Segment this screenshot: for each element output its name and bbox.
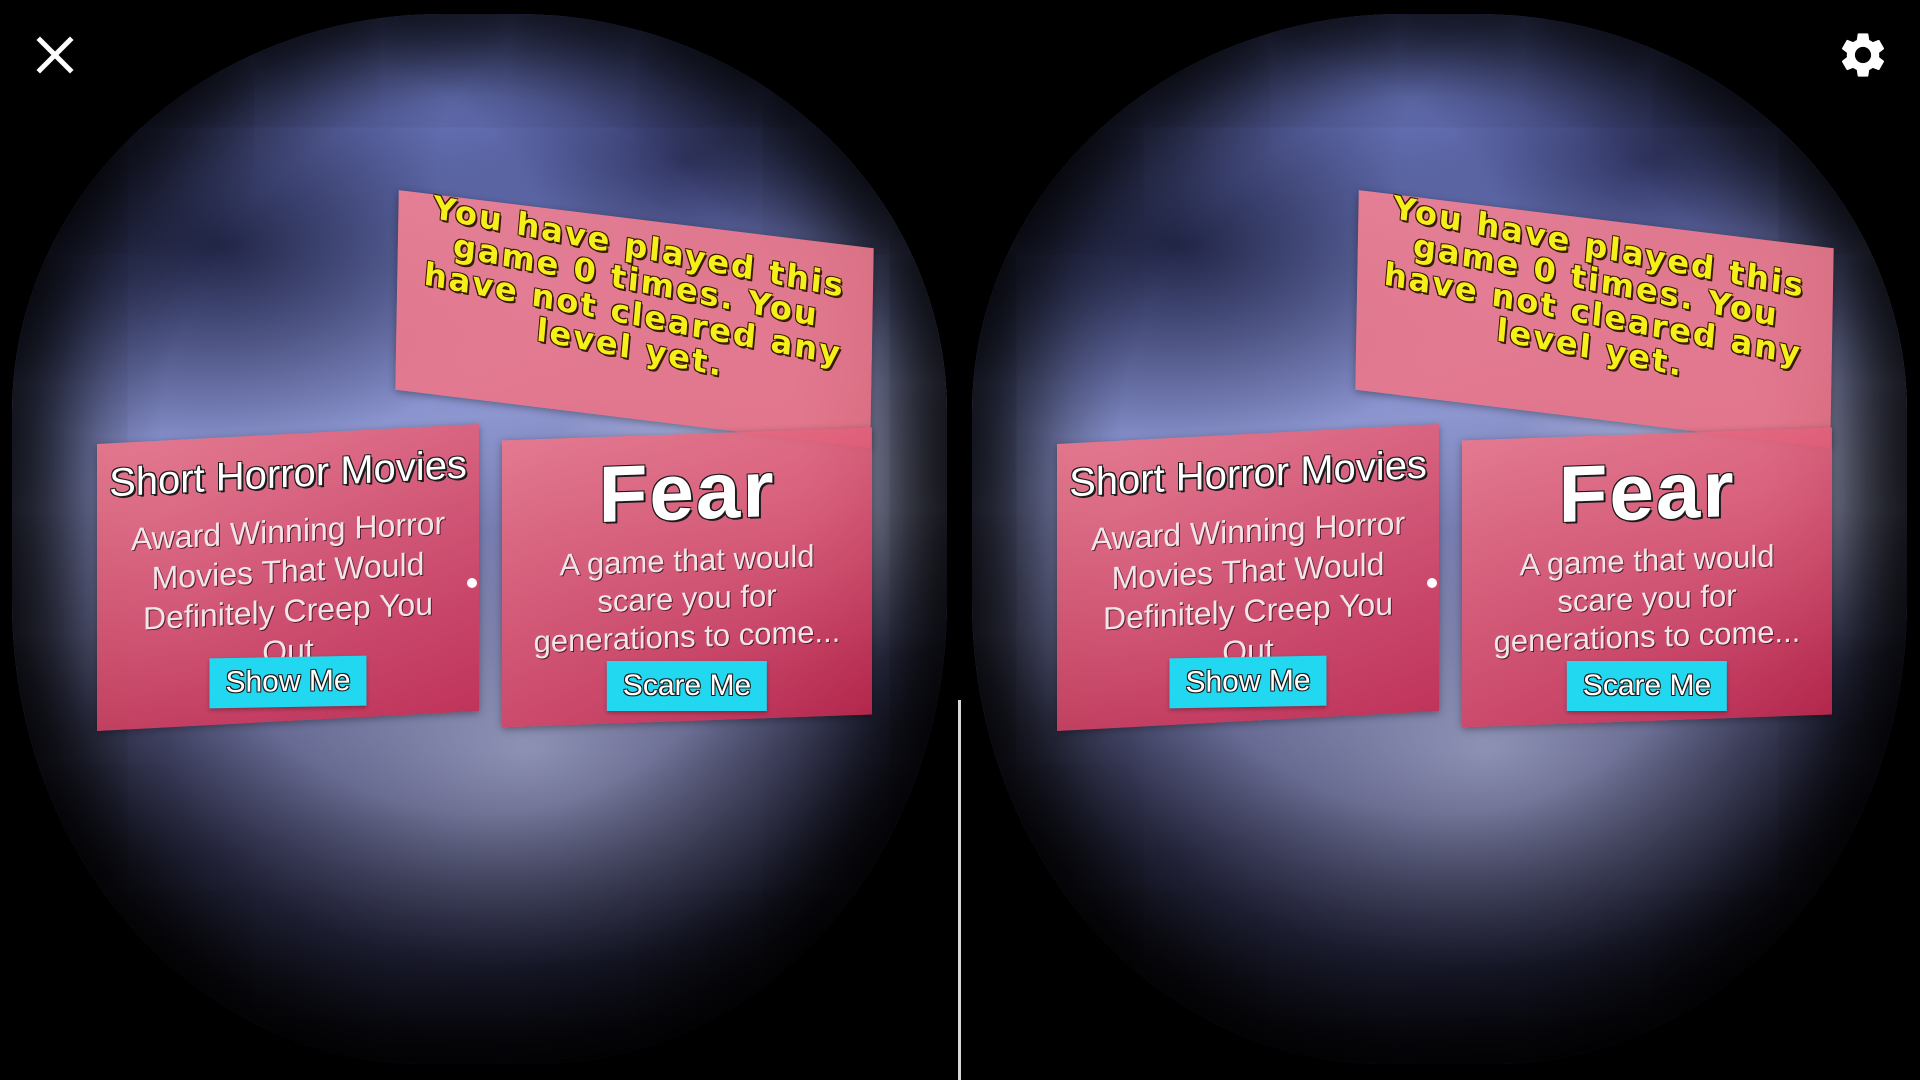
gaze-reticle	[1427, 578, 1437, 588]
fear-title: Fear	[598, 443, 776, 540]
fear-game-panel: Fear A game that would scare you for gen…	[1462, 427, 1832, 728]
movies-description: Award Winning Horror Movies That Would D…	[1090, 504, 1406, 671]
sky-background: You have played this game 0 times. You h…	[972, 14, 1907, 1064]
close-icon	[36, 36, 74, 74]
show-me-button[interactable]: Show Me	[1169, 655, 1327, 709]
sky-background: You have played this game 0 times. You h…	[12, 14, 947, 1064]
movies-description: Award Winning Horror Movies That Would D…	[130, 504, 446, 671]
fear-game-panel: Fear A game that would scare you for gen…	[502, 427, 872, 728]
fear-title: Fear	[1558, 443, 1736, 540]
fear-description: A game that would scare you for generati…	[1493, 538, 1801, 660]
short-horror-movies-panel: Short Horror Movies Award Winning Horror…	[97, 423, 479, 732]
scare-me-button[interactable]: Scare Me	[606, 661, 768, 711]
fear-description: A game that would scare you for generati…	[533, 538, 841, 660]
movies-title: Short Horror Movies	[109, 442, 467, 506]
gear-icon	[1841, 33, 1885, 77]
eye-divider	[958, 700, 961, 1080]
right-eye-view: You have played this game 0 times. You h…	[960, 0, 1920, 1080]
movies-title: Short Horror Movies	[1069, 442, 1427, 506]
scare-me-button[interactable]: Scare Me	[1566, 661, 1728, 711]
short-horror-movies-panel: Short Horror Movies Award Winning Horror…	[1057, 423, 1439, 732]
close-button[interactable]	[28, 28, 82, 82]
left-eye-view: You have played this game 0 times. You h…	[0, 0, 960, 1080]
settings-button[interactable]	[1836, 28, 1890, 82]
gaze-reticle	[467, 578, 477, 588]
show-me-button[interactable]: Show Me	[209, 655, 367, 709]
vr-stereo-view: You have played this game 0 times. You h…	[0, 0, 1920, 1080]
